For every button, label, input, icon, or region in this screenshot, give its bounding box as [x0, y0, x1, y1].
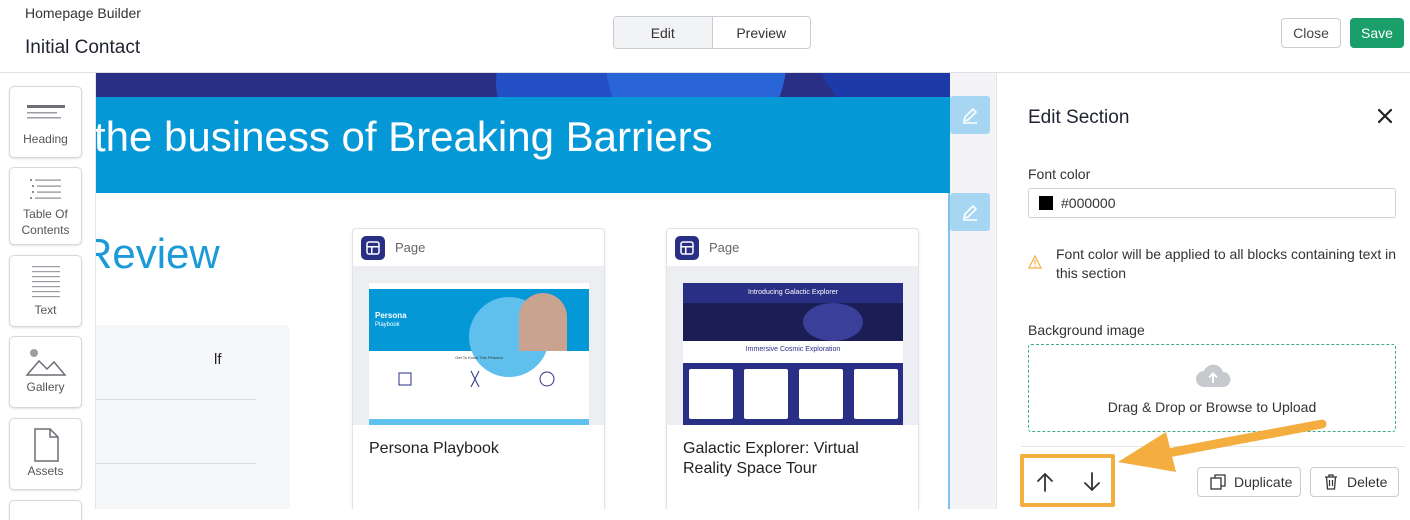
tool-table-of-contents[interactable]: Table Of Contents — [9, 167, 82, 245]
page-card[interactable]: Page Persona Playbook Get To Know This P… — [352, 228, 605, 509]
hero-section[interactable]: the business of Breaking Barriers — [96, 97, 950, 193]
gallery-icon — [24, 349, 67, 376]
thumb-section-title: Get To Know This Persona — [455, 355, 503, 360]
divider — [1021, 446, 1405, 447]
delete-button[interactable]: Delete — [1310, 467, 1399, 497]
table-of-contents-icon — [29, 179, 61, 199]
mode-toggle: Edit Preview — [613, 16, 811, 49]
hero-top-band — [96, 73, 950, 97]
tool-assets[interactable]: Assets — [9, 418, 82, 490]
color-swatch[interactable] — [1039, 196, 1053, 210]
cloud-upload-icon — [1196, 364, 1231, 387]
duplicate-icon — [1210, 474, 1226, 490]
page-icon — [361, 235, 385, 260]
tool-label: Heading — [23, 132, 68, 146]
arrow-down-icon[interactable] — [1081, 471, 1103, 493]
card-thumbnail: Persona Playbook Get To Know This Person… — [353, 267, 604, 425]
tool-gallery[interactable]: Gallery — [9, 336, 82, 408]
heading-icon — [26, 105, 65, 119]
card-type: Page — [709, 240, 740, 255]
divider — [96, 463, 256, 464]
section-selection-outline — [948, 193, 950, 509]
delete-label: Delete — [1347, 474, 1388, 490]
close-icon[interactable] — [1375, 106, 1395, 126]
font-color-label: Font color — [1028, 166, 1091, 182]
move-controls-highlight — [1020, 454, 1115, 507]
toc-text: lf — [214, 351, 222, 368]
duplicate-label: Duplicate — [1234, 474, 1293, 490]
tool-label: Table Of Contents — [21, 207, 70, 237]
background-image-label: Background image — [1028, 322, 1145, 338]
arrow-up-icon[interactable] — [1034, 471, 1056, 493]
edit-section-button[interactable] — [950, 96, 990, 134]
thumb-banner-title: Persona — [375, 311, 407, 320]
top-bar: Homepage Builder Initial Contact Edit Pr… — [0, 0, 1410, 73]
close-button[interactable]: Close — [1281, 18, 1341, 48]
tool-label: Gallery — [26, 380, 65, 394]
card-title: Persona Playbook — [369, 440, 499, 457]
card-type: Page — [395, 240, 426, 255]
edit-section-panel: Edit Section Font color #000000 Font col… — [996, 73, 1410, 509]
panel-title: Edit Section — [1028, 107, 1130, 128]
tab-edit[interactable]: Edit — [614, 17, 713, 48]
thumb-banner-title: Introducing Galactic Explorer — [748, 289, 838, 296]
review-heading: Review — [96, 230, 220, 277]
page-title: Initial Contact — [25, 37, 141, 58]
text-icon — [31, 266, 60, 298]
duplicate-button[interactable]: Duplicate — [1197, 467, 1301, 497]
card-header: Page — [667, 229, 918, 267]
pencil-icon — [962, 107, 978, 124]
tool-heading[interactable]: Heading — [9, 86, 82, 158]
upload-text: Drag & Drop or Browse to Upload — [1107, 399, 1317, 415]
card-header: Page — [353, 229, 604, 267]
thumb-banner-sub: Playbook — [375, 322, 400, 328]
page-preview: the business of Breaking Barriers Review… — [96, 73, 950, 509]
page-icon — [675, 235, 699, 260]
trash-icon — [1325, 474, 1337, 490]
block-toolbox: Heading Table Of Contents Text Gallery A… — [0, 73, 96, 520]
toc-card: lf — [96, 325, 290, 509]
font-color-value: #000000 — [1061, 195, 1116, 211]
font-color-input[interactable]: #000000 — [1028, 188, 1396, 218]
save-button[interactable]: Save — [1350, 18, 1404, 48]
page-canvas: the business of Breaking Barriers Review… — [96, 73, 996, 509]
tool-label: Text — [34, 303, 57, 317]
note-text: Font color will be applied to all blocks… — [1056, 246, 1397, 281]
tool-text[interactable]: Text — [9, 255, 82, 327]
pencil-icon — [962, 204, 978, 221]
tool-label: Assets — [27, 464, 64, 478]
edit-section-button[interactable] — [950, 193, 990, 231]
page-card[interactable]: Page Introducing Galactic Explorer Immer… — [666, 228, 919, 509]
background-image-dropzone[interactable]: Drag & Drop or Browse to Upload — [1028, 344, 1396, 432]
card-thumbnail: Introducing Galactic Explorer Immersive … — [667, 267, 918, 425]
tab-preview[interactable]: Preview — [713, 17, 811, 48]
hero-title: the business of Breaking Barriers — [96, 113, 713, 160]
app-name: Homepage Builder — [25, 5, 141, 21]
assets-icon — [33, 428, 59, 462]
divider — [96, 399, 256, 400]
warning-icon — [1028, 255, 1042, 269]
card-title: Galactic Explorer: Virtual Reality Space… — [683, 440, 859, 477]
tool-more[interactable] — [9, 500, 82, 520]
thumb-section-title: Immersive Cosmic Exploration — [745, 346, 841, 353]
